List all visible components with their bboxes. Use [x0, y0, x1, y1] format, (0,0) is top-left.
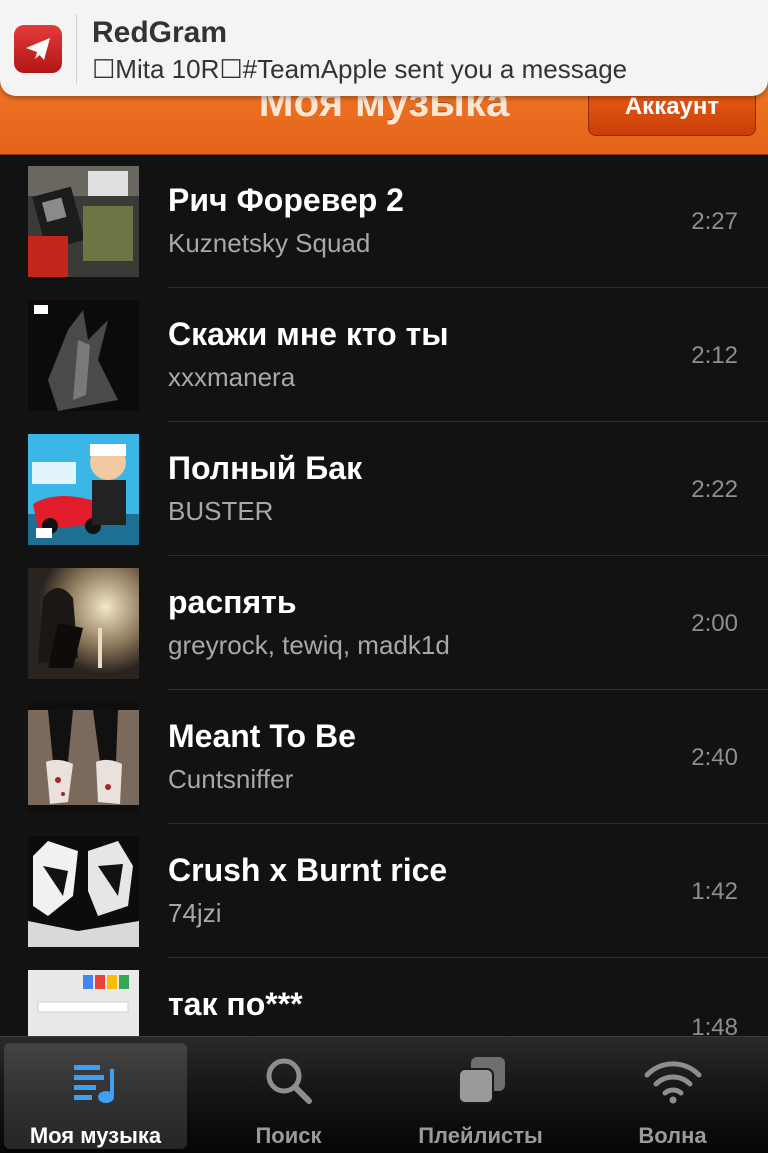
track-title: Рич Форевер 2	[168, 182, 404, 218]
tab-label: Волна	[638, 1123, 707, 1148]
tab-label: Моя музыка	[29, 1123, 162, 1148]
track-row[interactable]: распять greyrock, tewiq, madk1d 2:00	[0, 556, 768, 690]
track-duration: 2:40	[691, 744, 738, 771]
album-art	[28, 166, 139, 277]
track-artist: greyrock, tewiq, madk1d	[168, 630, 450, 660]
playlists-icon	[389, 1051, 572, 1111]
track-duration: 1:42	[691, 878, 738, 905]
track-artist: BUSTER	[168, 496, 274, 526]
track-artist: 74jzi	[168, 898, 222, 928]
track-duration: 2:00	[691, 610, 738, 637]
music-list-icon	[4, 1051, 187, 1111]
redgram-app-icon	[14, 25, 62, 73]
tab-label: Поиск	[255, 1123, 322, 1148]
track-row[interactable]: Рич Форевер 2 Kuznetsky Squad 2:27	[0, 154, 768, 288]
tab-label: Плейлисты	[418, 1123, 543, 1148]
track-row[interactable]: Crush x Burnt rice 74jzi 1:42	[0, 824, 768, 958]
track-duration: 2:22	[691, 476, 738, 503]
wave-icon	[581, 1051, 764, 1111]
album-art	[28, 970, 139, 1036]
track-list[interactable]: Рич Форевер 2 Kuznetsky Squad 2:27 Скажи…	[0, 154, 768, 1036]
tab-my-music[interactable]: Моя музыка	[4, 1043, 187, 1149]
notification-divider	[76, 14, 77, 84]
search-icon	[197, 1051, 380, 1111]
track-artist: Kuznetsky Squad	[168, 228, 371, 258]
track-title: Meant To Be	[168, 718, 356, 754]
track-title: Полный Бак	[168, 450, 363, 486]
tab-playlists[interactable]: Плейлисты	[389, 1043, 572, 1149]
track-row[interactable]: Скажи мне кто ты xxxmanera 2:12	[0, 288, 768, 422]
notification-app-name: RedGram	[92, 16, 228, 49]
tab-bar: Моя музыка Поиск Плейлисты Волна	[0, 1036, 768, 1153]
track-title: так по***	[168, 986, 303, 1022]
track-artist: xxxmanera	[168, 362, 296, 392]
notification-banner[interactable]: RedGram ☐Mita 10R☐#TeamApple sent you a …	[0, 0, 768, 96]
track-duration: 2:12	[691, 342, 738, 369]
track-duration: 2:27	[691, 208, 738, 235]
album-art	[28, 702, 139, 813]
album-art	[28, 568, 139, 679]
track-row[interactable]: Полный Бак BUSTER 2:22	[0, 422, 768, 556]
notification-message: ☐Mita 10R☐#TeamApple sent you a message	[92, 54, 628, 84]
album-art	[28, 300, 139, 411]
track-artist: Cuntsniffer	[168, 764, 294, 794]
tab-wave[interactable]: Волна	[581, 1043, 764, 1149]
album-art	[28, 434, 139, 545]
track-title: Скажи мне кто ты	[168, 316, 449, 352]
track-duration: 1:48	[691, 1014, 738, 1036]
tab-search[interactable]: Поиск	[197, 1043, 380, 1149]
track-title: Crush x Burnt rice	[168, 852, 448, 888]
track-title: распять	[168, 584, 297, 620]
track-row[interactable]: Meant To Be Cuntsniffer 2:40	[0, 690, 768, 824]
album-art	[28, 836, 139, 947]
track-row[interactable]: так по*** 1:48	[0, 958, 768, 1036]
